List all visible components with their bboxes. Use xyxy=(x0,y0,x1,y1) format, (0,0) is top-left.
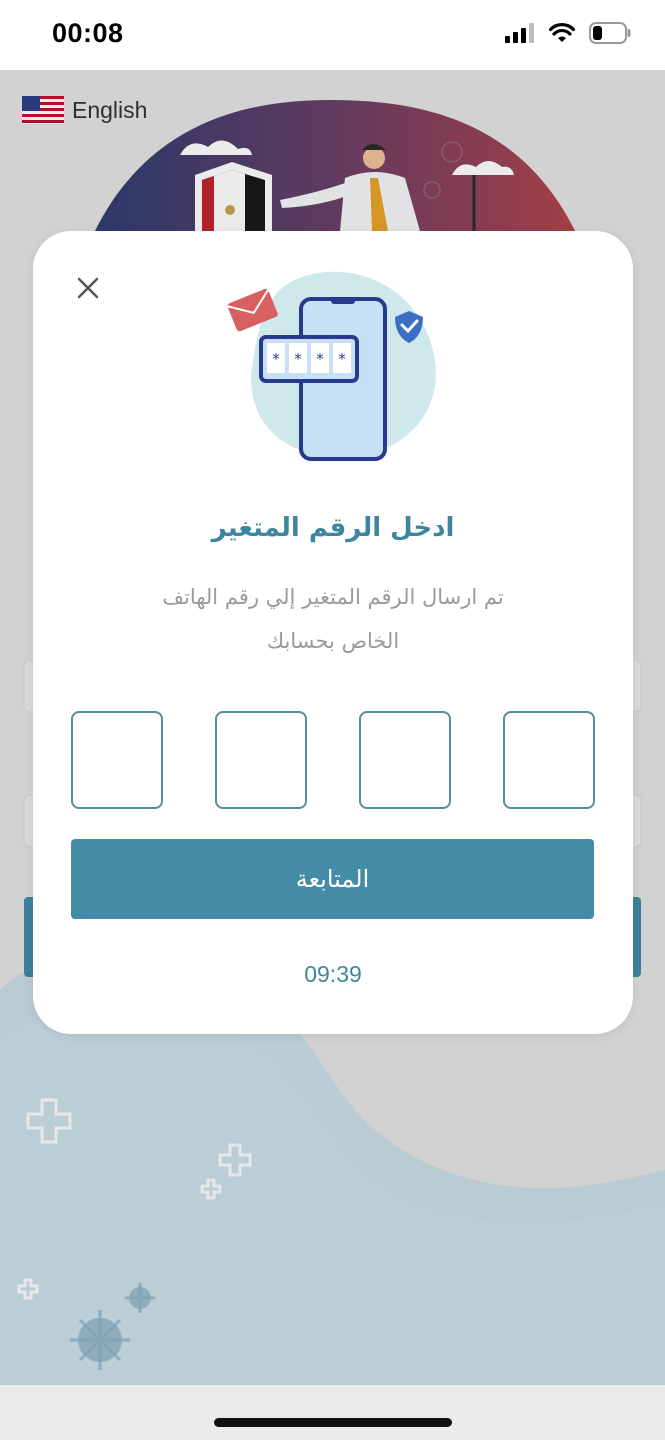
modal-title: ادخل الرقم المتغير xyxy=(211,513,455,543)
svg-text:*: * xyxy=(272,350,280,368)
svg-text:*: * xyxy=(338,350,346,368)
resend-timer: 09:39 xyxy=(304,961,362,987)
otp-digit-3[interactable] xyxy=(359,711,451,809)
subtitle-line-2: الخاص بحسابك xyxy=(266,629,400,653)
svg-text:*: * xyxy=(316,350,324,368)
status-icons xyxy=(505,22,631,44)
continue-button[interactable]: المتابعة xyxy=(71,839,594,919)
status-bar: 00:08 xyxy=(0,0,665,70)
close-icon[interactable] xyxy=(73,273,103,303)
continue-button-label: المتابعة xyxy=(295,865,370,893)
otp-input-group xyxy=(71,711,595,809)
battery-icon xyxy=(589,22,631,44)
home-indicator xyxy=(214,1418,452,1427)
otp-modal: * * * * ادخل الرقم المتغير تم ارسال الرق… xyxy=(33,231,633,1034)
subtitle-line-1: تم ارسال الرقم المتغير إلي رقم الهاتف xyxy=(162,585,504,609)
svg-text:*: * xyxy=(294,350,302,368)
otp-digit-4[interactable] xyxy=(503,711,595,809)
wifi-icon xyxy=(549,23,575,42)
otp-digit-2[interactable] xyxy=(215,711,307,809)
status-time: 00:08 xyxy=(52,18,124,48)
phone-otp-illustration: * * * * xyxy=(227,271,436,461)
otp-digit-1[interactable] xyxy=(71,711,163,809)
cellular-signal-icon xyxy=(505,23,534,43)
modal-subtitle: تم ارسال الرقم المتغير إلي رقم الهاتف ال… xyxy=(123,575,543,663)
